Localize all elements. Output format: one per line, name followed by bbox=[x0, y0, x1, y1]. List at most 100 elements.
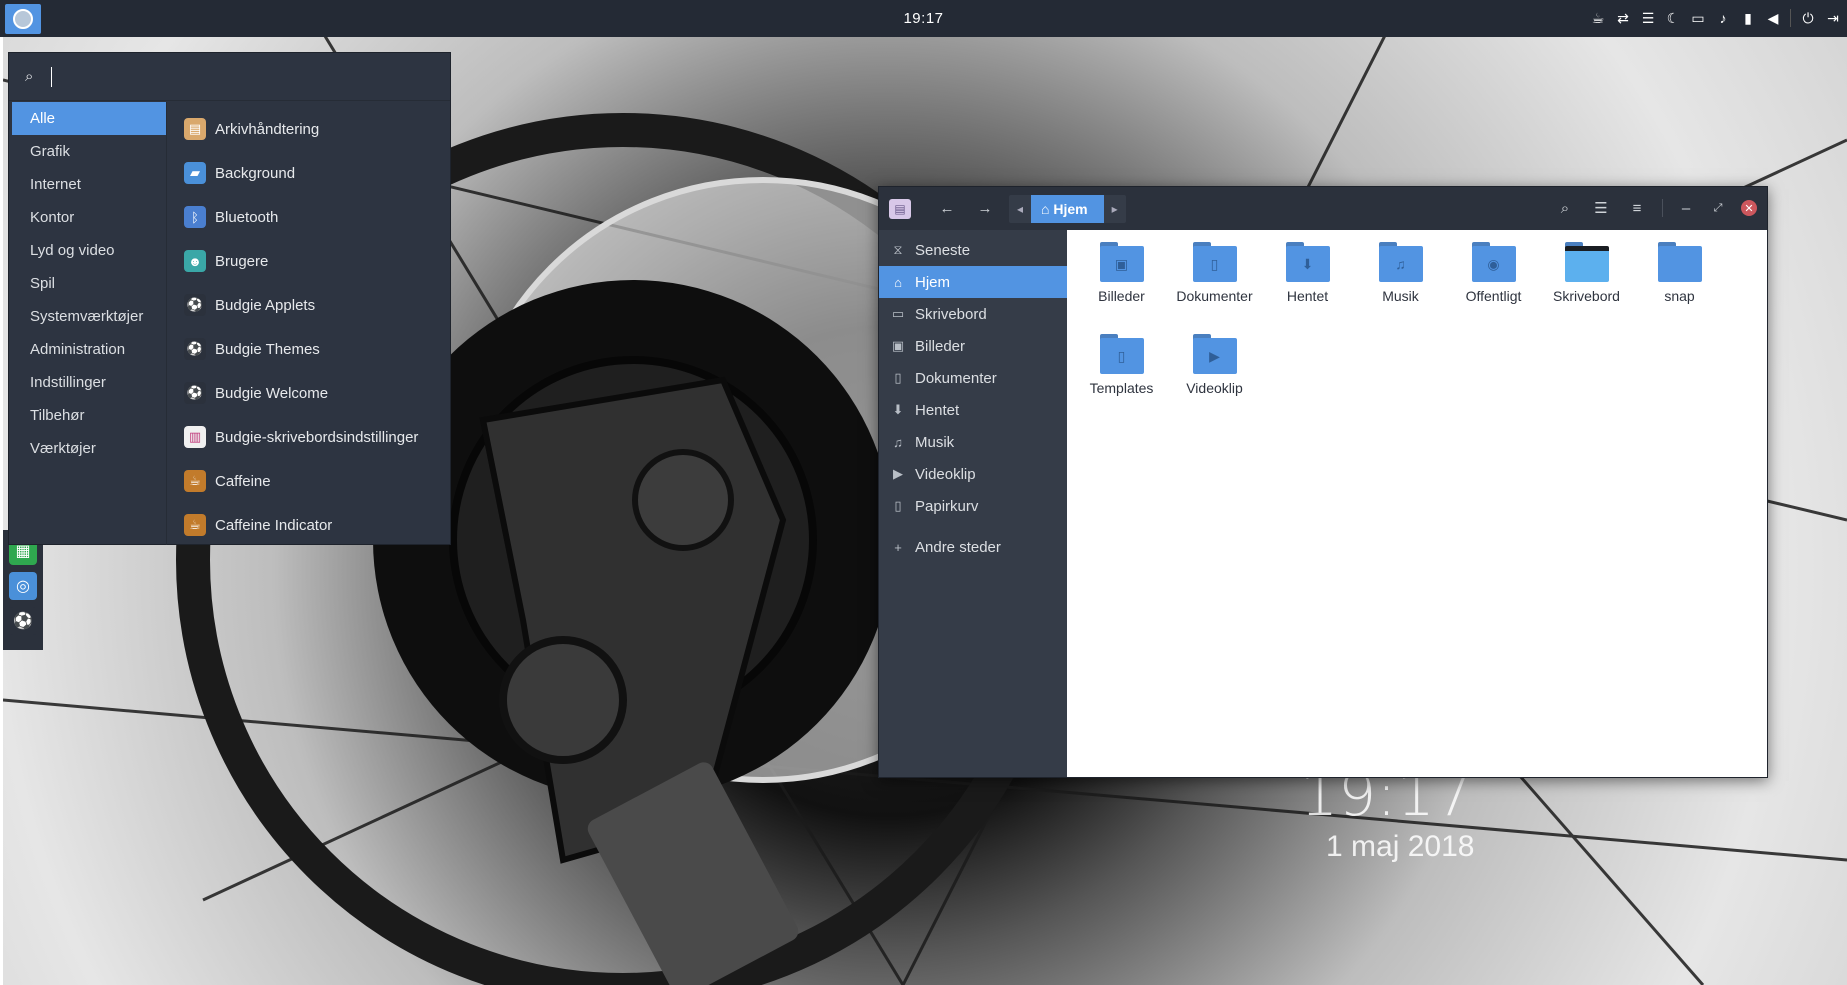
folder-item[interactable]: ▯ Dokumenter bbox=[1168, 242, 1261, 334]
category-item[interactable]: Spil bbox=[12, 267, 166, 300]
sidebar-label: Videoklip bbox=[915, 465, 976, 483]
sidebar-item[interactable]: ⬇ Hentet bbox=[879, 394, 1067, 426]
category-item[interactable]: Indstillinger bbox=[12, 366, 166, 399]
notification-icon[interactable]: ♪ bbox=[1715, 8, 1731, 28]
desktop-date: 1 maj 2018 bbox=[1326, 830, 1475, 863]
folder-item[interactable]: ▣ Billeder bbox=[1075, 242, 1168, 334]
sidebar-item[interactable]: ⌂ Hjem bbox=[879, 266, 1067, 298]
category-item[interactable]: Værktøjer bbox=[12, 432, 166, 465]
app-label: Brugere bbox=[215, 252, 269, 270]
folder-item[interactable]: Skrivebord bbox=[1540, 242, 1633, 334]
sidebar-item[interactable]: + Andre steder bbox=[879, 531, 1067, 563]
plus-icon: + bbox=[894, 539, 902, 555]
folder-icon: ▯ bbox=[1099, 334, 1144, 374]
app-item[interactable]: ⚽ Budgie Themes bbox=[168, 327, 450, 371]
menu-icon[interactable]: ☰ bbox=[1640, 8, 1656, 28]
sidebar-item[interactable]: ▯ Papirkurv bbox=[879, 490, 1067, 522]
app-label: Caffeine Indicator bbox=[215, 516, 333, 534]
folder-icon: ◉ bbox=[1471, 242, 1516, 282]
sidebar-label: Musik bbox=[915, 433, 955, 451]
logout-icon[interactable]: ⇥ bbox=[1825, 8, 1841, 28]
sidebar-label: Hentet bbox=[915, 401, 960, 419]
budgie-icon: ⚽ bbox=[184, 382, 206, 404]
folder-item[interactable]: ⬇ Hentet bbox=[1261, 242, 1354, 334]
sidebar-item[interactable]: ⧖ Seneste bbox=[879, 234, 1067, 266]
app-item[interactable]: ▰ Background bbox=[168, 151, 450, 195]
users-icon: ☻ bbox=[184, 250, 206, 272]
top-panel: 19:17 ☕ ⇄ ☰ ☾ ▭ ♪ ▮ ◀ ⏻ ⇥ bbox=[0, 0, 1847, 37]
folder-icon: ⬇ bbox=[1285, 242, 1330, 282]
sidebar-label: Billeder bbox=[915, 337, 966, 355]
category-item[interactable]: Grafik bbox=[12, 135, 166, 168]
search-icon[interactable]: ⌕ bbox=[1554, 195, 1576, 221]
category-item[interactable]: Internet bbox=[12, 168, 166, 201]
category-list: Alle Grafik Internet Kontor Lyd og video Spil… bbox=[9, 102, 167, 545]
app-item[interactable]: ⚽ Budgie Applets bbox=[168, 283, 450, 327]
menu-icon[interactable]: ≡ bbox=[1626, 195, 1648, 221]
night-icon[interactable]: ☾ bbox=[1665, 8, 1681, 28]
volume-icon[interactable]: ◀ bbox=[1765, 8, 1781, 28]
sidebar-item[interactable]: ▣ Billeder bbox=[879, 330, 1067, 362]
app-item[interactable]: ☕ Caffeine bbox=[168, 459, 450, 503]
app-item[interactable]: ▤ Arkivhåndtering bbox=[168, 107, 450, 151]
sidebar-item[interactable]: ▭ Skrivebord bbox=[879, 298, 1067, 330]
battery-icon[interactable]: ▮ bbox=[1740, 8, 1756, 28]
maximize-icon[interactable]: ⤢ bbox=[1709, 195, 1727, 221]
sidebar-label: Skrivebord bbox=[915, 305, 987, 323]
coffee-icon[interactable]: ☕ bbox=[1590, 8, 1606, 28]
app-item[interactable]: ⚽ Budgie Welcome bbox=[168, 371, 450, 415]
power-icon[interactable]: ⏻ bbox=[1800, 8, 1816, 28]
budgie-icon[interactable]: ⚽ bbox=[9, 607, 37, 635]
folder-icon[interactable]: ▭ bbox=[1690, 8, 1706, 28]
network-icon[interactable]: ⇄ bbox=[1615, 8, 1631, 28]
app-label: Budgie Welcome bbox=[215, 384, 329, 402]
category-item[interactable]: Tilbehør bbox=[12, 399, 166, 432]
folder-item[interactable]: ▯ Templates bbox=[1075, 334, 1168, 426]
category-item[interactable]: Lyd og video bbox=[12, 234, 166, 267]
panel-clock[interactable]: 19:17 bbox=[0, 10, 1847, 27]
recent-icon: ⧖ bbox=[893, 242, 903, 257]
desktop-icon: ▭ bbox=[891, 306, 905, 321]
category-item[interactable]: Systemværktøjer bbox=[12, 300, 166, 333]
folder-label: Billeder bbox=[1098, 288, 1145, 304]
category-item[interactable]: Alle bbox=[12, 102, 166, 135]
budgie-icon: ⚽ bbox=[184, 338, 206, 360]
files-app-icon[interactable]: ▤ bbox=[889, 198, 911, 219]
sidebar-item[interactable]: ▯ Dokumenter bbox=[879, 362, 1067, 394]
app-item[interactable]: ▥ Budgie-skrivebordsindstillinger bbox=[168, 415, 450, 459]
path-home-button[interactable]: ⌂ Hjem bbox=[1031, 194, 1104, 223]
folder-item[interactable]: ♫ Musik bbox=[1354, 242, 1447, 334]
folder-icon bbox=[1564, 242, 1609, 282]
app-item[interactable]: ☕ Caffeine Indicator bbox=[168, 503, 450, 547]
folder-item[interactable]: ▶ Videoklip bbox=[1168, 334, 1261, 426]
dock: ▦ ◎ ⚽ bbox=[3, 530, 43, 650]
view-list-icon[interactable]: ☰ bbox=[1590, 195, 1612, 221]
folder-label: snap bbox=[1664, 288, 1695, 304]
category-item[interactable]: Administration bbox=[12, 333, 166, 366]
path-home-label: Hjem bbox=[1053, 200, 1088, 217]
caffeine-icon: ☕ bbox=[184, 514, 206, 536]
caffeine-icon: ☕ bbox=[184, 470, 206, 492]
folder-icon: ▣ bbox=[1099, 242, 1144, 282]
chrome-icon[interactable]: ◎ bbox=[9, 572, 37, 600]
app-item[interactable]: ᛒ Bluetooth bbox=[168, 195, 450, 239]
app-list: ▤ Arkivhåndtering ▰ Background ᛒ Bluetooth ☻ Br… bbox=[168, 102, 450, 547]
sidebar-item[interactable]: ♫ Musik bbox=[879, 426, 1067, 458]
menu-search[interactable]: ⌕ bbox=[9, 53, 450, 101]
minimize-icon[interactable]: – bbox=[1677, 195, 1695, 221]
forward-icon[interactable]: → bbox=[973, 196, 997, 222]
path-right-icon[interactable]: ▸ bbox=[1104, 202, 1126, 216]
sidebar-label: Papirkurv bbox=[915, 497, 979, 515]
app-item[interactable]: ☻ Brugere bbox=[168, 239, 450, 283]
file-view: ▣ Billeder ▯ Dokumenter ⬇ Hentet ♫ Musik ◉ Offent… bbox=[1067, 230, 1767, 777]
header-bar: ▤ ← → ◂ ⌂ Hjem ▸ ⌕ ☰ ≡ – ⤢ ✕ bbox=[879, 187, 1767, 230]
back-icon[interactable]: ← bbox=[935, 196, 959, 222]
sidebar-label: Hjem bbox=[915, 273, 951, 291]
category-item[interactable]: Kontor bbox=[12, 201, 166, 234]
folder-item[interactable]: ◉ Offentligt bbox=[1447, 242, 1540, 334]
path-left-icon[interactable]: ◂ bbox=[1009, 202, 1031, 216]
folder-item[interactable]: snap bbox=[1633, 242, 1726, 334]
sidebar-item[interactable]: ▶ Videoklip bbox=[879, 458, 1067, 490]
home-icon: ⌂ bbox=[894, 274, 902, 290]
close-icon[interactable]: ✕ bbox=[1741, 200, 1757, 216]
